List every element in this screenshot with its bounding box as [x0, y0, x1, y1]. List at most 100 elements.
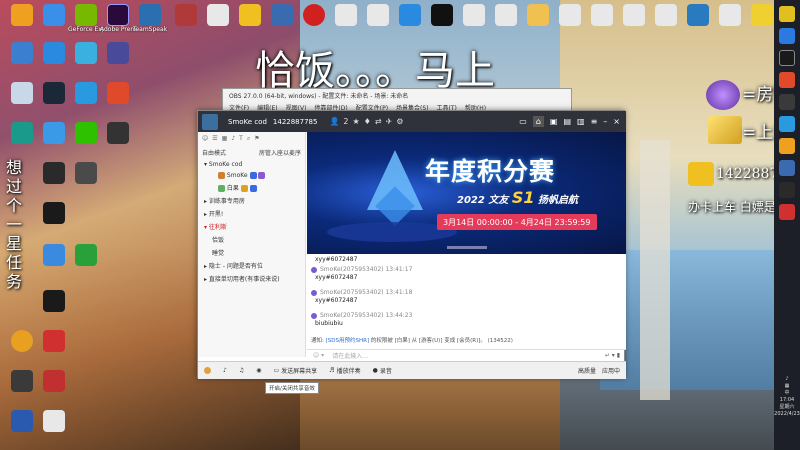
sidebar-item[interactable]: ▾ SmoKe cod — [198, 159, 305, 170]
record-button[interactable]: ● 录音 — [367, 366, 398, 375]
notice-link[interactable]: [SDS用预约SHR] — [326, 338, 369, 344]
file-icon[interactable] — [552, 4, 588, 44]
taskbar-app-icon[interactable] — [779, 6, 795, 22]
desktop-icon[interactable] — [168, 4, 204, 44]
desktop-icon[interactable] — [100, 122, 136, 162]
taskbar-app-icon[interactable] — [779, 72, 795, 88]
avatar[interactable] — [311, 266, 317, 273]
avatar[interactable] — [311, 289, 317, 296]
idm-icon[interactable] — [68, 244, 104, 284]
desktop-icon[interactable] — [36, 290, 72, 330]
desktop-icon[interactable] — [36, 370, 72, 410]
quality-selector[interactable]: 高质量 — [578, 366, 596, 375]
desktop-icon[interactable] — [4, 370, 40, 410]
desktop-icon-premiere[interactable]: Adobe Premiere — [100, 4, 136, 44]
sidebar-item[interactable]: ▸ 开黑! — [198, 207, 305, 220]
sidebar-mode[interactable]: 自由模式 房管入座以麦序 — [198, 146, 305, 159]
clock-time[interactable]: 17:04 — [774, 397, 800, 404]
desktop-icon[interactable] — [68, 42, 104, 82]
avatar[interactable] — [311, 312, 317, 319]
speaker-icon[interactable]: ♪ — [774, 376, 800, 383]
taskbar-app-icon[interactable] — [779, 28, 795, 44]
taskbar-app-icon[interactable] — [779, 94, 795, 110]
grid-icon[interactable]: ▦ — [222, 135, 228, 143]
sidebar-user[interactable]: SmoKe — [198, 170, 305, 181]
settings-icon[interactable]: ⚙ — [396, 117, 403, 126]
message-icon[interactable]: ▭ — [519, 117, 527, 126]
card-icon[interactable]: ▥ — [577, 117, 585, 126]
menu-icon[interactable]: ≡ — [591, 117, 598, 126]
desktop-icon-teamspeak[interactable]: TeamSpeak — [132, 4, 168, 44]
warzone-icon[interactable] — [36, 162, 72, 202]
sidebar-user[interactable]: 白果 — [198, 181, 305, 194]
game-icon[interactable]: ▤ — [563, 117, 571, 126]
taskbar-app-icon[interactable] — [779, 50, 795, 66]
taskbar-app-icon[interactable] — [779, 116, 795, 132]
desktop-icon[interactable] — [36, 42, 72, 82]
mic-toggle-icon[interactable]: ♪ — [217, 367, 233, 374]
mic-icon[interactable]: ♪ — [231, 135, 235, 143]
desktop-icon[interactable] — [36, 330, 72, 370]
desktop-icon[interactable] — [100, 42, 136, 82]
sidebar-item[interactable]: ▸ 训练事专用房 — [198, 194, 305, 207]
banner-pager[interactable] — [447, 246, 487, 249]
desktop-icon[interactable] — [680, 4, 716, 44]
taskbar-app-icon[interactable] — [779, 138, 795, 154]
file-icon[interactable] — [584, 4, 620, 44]
share-icon[interactable]: ⇄ — [375, 117, 382, 126]
sidebar-item[interactable]: ▾ 往利斯 — [198, 220, 305, 233]
desktop-icon[interactable] — [36, 122, 72, 162]
self-avatar[interactable] — [198, 367, 217, 374]
recycle-bin-icon[interactable] — [4, 82, 40, 122]
mode-toggle-icon[interactable]: ◉ — [250, 367, 267, 374]
search-icon[interactable]: ⌕ — [247, 135, 250, 143]
desktop-icon-geforce[interactable]: GeForce Experience — [68, 4, 104, 44]
desktop-icon[interactable] — [36, 202, 72, 242]
members-icon[interactable]: 👤 — [329, 117, 339, 126]
pin-icon[interactable]: ✈ — [386, 117, 393, 126]
channel-avatar[interactable] — [202, 113, 218, 130]
minimize-icon[interactable]: – — [603, 117, 607, 126]
file-icon[interactable] — [36, 410, 72, 450]
desktop-icon[interactable] — [520, 4, 556, 44]
desktop-icon[interactable] — [4, 42, 40, 82]
star-icon[interactable]: ★ — [353, 117, 360, 126]
sidebar-item[interactable]: 睡觉 — [198, 246, 305, 259]
desktop-icon[interactable] — [4, 4, 40, 44]
edge-icon[interactable] — [4, 122, 40, 162]
event-banner[interactable]: 年度积分赛 2022 文友 S1 扬帆启航 3月14日 00:00:00 - 4… — [307, 132, 626, 254]
user-icon[interactable]: ☺ — [202, 135, 208, 143]
gift-icon[interactable]: ▣ — [550, 117, 558, 126]
ime-indicator[interactable]: 中 — [774, 390, 800, 397]
message-input[interactable]: ☺ ▾ 请在此输入... ↵ ▾ ▮ — [307, 349, 626, 361]
taskbar-app-icon[interactable] — [779, 160, 795, 176]
taskbar-app-icon[interactable] — [779, 182, 795, 198]
close-icon[interactable]: × — [613, 117, 620, 126]
apps-button[interactable]: 应用中 — [602, 366, 620, 375]
screen-share-button[interactable]: ▭ 发送屏幕共享 — [267, 366, 323, 375]
home-icon[interactable]: ⌂ — [532, 116, 544, 127]
desktop-icon[interactable] — [200, 4, 236, 44]
desktop-icon[interactable] — [68, 82, 104, 122]
file-icon[interactable] — [648, 4, 684, 44]
desktop-icon[interactable] — [36, 244, 72, 284]
desktop-icon[interactable] — [68, 162, 104, 202]
sidebar-item[interactable]: ▸ 隐士 - 问题是否有位 — [198, 259, 305, 272]
bell-icon[interactable]: ♦ — [364, 117, 371, 126]
network-icon[interactable]: ▦ — [774, 383, 800, 390]
wechat-icon[interactable] — [68, 122, 104, 162]
desktop-icon[interactable] — [712, 4, 748, 44]
music-button[interactable]: ♬ 播放伴奏 — [323, 366, 366, 375]
speaker-toggle-icon[interactable]: ♫ — [233, 367, 250, 374]
taskbar-app-icon[interactable] — [779, 204, 795, 220]
desktop-icon[interactable] — [36, 4, 72, 44]
file-icon[interactable] — [616, 4, 652, 44]
desktop-icon[interactable] — [100, 82, 136, 122]
sidebar-item[interactable]: ▸ 直接单切用者(有事说来说) — [198, 272, 305, 285]
steam-icon[interactable] — [36, 82, 72, 122]
chrome-icon[interactable] — [4, 330, 40, 370]
sidebar-item[interactable]: 恰饭 — [198, 233, 305, 246]
send-controls[interactable]: ↵ ▾ ▮ — [605, 352, 620, 359]
emoji-icon[interactable]: ☺ ▾ — [313, 352, 324, 359]
flag-icon[interactable]: ⚑ — [254, 135, 259, 143]
